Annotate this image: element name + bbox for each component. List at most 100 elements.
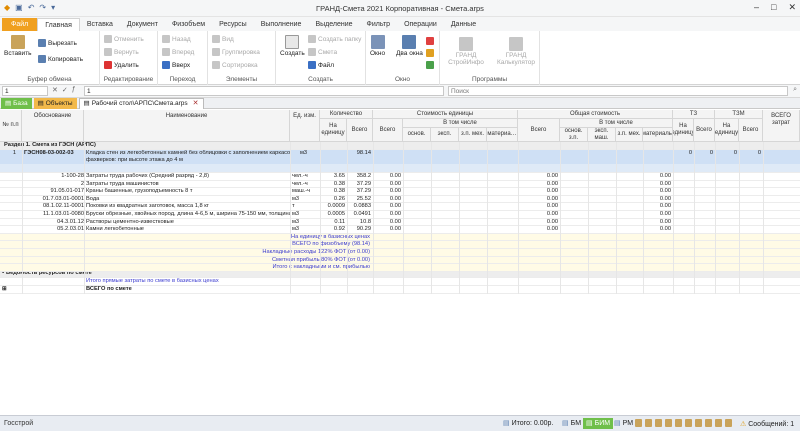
delete-button[interactable]: Удалить [104, 61, 139, 69]
header-tz[interactable]: ТЗ [673, 110, 715, 119]
status-tool-icon[interactable] [645, 419, 652, 427]
header-zp-meh[interactable]: з.п. мех. [459, 128, 487, 142]
header-unit-cost-total[interactable]: Всего [373, 119, 403, 142]
resource-row[interactable]: 1-100-28 Затраты труда рабочих (Средний р… [0, 173, 800, 181]
sort-button[interactable]: Сортировка [212, 61, 258, 69]
tab-base[interactable]: ▤ База [1, 98, 32, 109]
bm-toggle[interactable]: ▤ БМ [559, 418, 584, 429]
cancel-icon[interactable]: ✕ [52, 86, 58, 94]
resource-row[interactable]: 11.1.03.01-0080 Бруски обрезные, хвойных … [0, 211, 800, 219]
search-input[interactable]: Поиск [448, 86, 788, 96]
header-eksp[interactable]: эксп. [431, 128, 459, 142]
status-tool-icon[interactable] [705, 419, 712, 427]
status-messages[interactable]: ⚠ Сообщений: 1 [740, 420, 794, 428]
header-qty[interactable]: Количество [320, 110, 373, 119]
resource-row[interactable]: 05.2.03.01 Камни легкобетонные м3 0.92 90.29… [0, 226, 800, 234]
header-total-cost-incl[interactable]: В том числе [560, 119, 673, 128]
up-button[interactable]: Вверх [162, 61, 190, 69]
tab-document[interactable]: Документ [120, 18, 165, 31]
resource-row[interactable]: 04.3.01.12 Растворы цементно-известковые м… [0, 219, 800, 227]
header-unit-cost[interactable]: Стоимость единицы [373, 110, 518, 119]
tab-resources[interactable]: Ресурсы [212, 18, 254, 31]
rm-toggle[interactable]: ▤ РМ [611, 418, 636, 429]
tab-physvolume[interactable]: Физобъем [165, 18, 212, 31]
tab-selection[interactable]: Выделение [308, 18, 359, 31]
table-row-main-line2[interactable]: фахверков: при высоте этажа до 4 м [0, 157, 800, 164]
header-name[interactable]: Наименование [84, 110, 290, 142]
header-tz-total[interactable]: Всего [694, 119, 715, 142]
resource-row[interactable]: 08.1.02.11-0001 Поковки из квадратных заг… [0, 203, 800, 211]
two-windows-button[interactable]: Два окна [396, 35, 423, 57]
tool-button[interactable] [426, 61, 434, 69]
forward-button[interactable]: Вперед [162, 48, 194, 56]
search-icon[interactable]: ⌕ [793, 86, 797, 94]
tab-operations[interactable]: Операции [397, 18, 444, 31]
back-button[interactable]: Назад [162, 35, 191, 43]
view-button[interactable]: Вид [212, 35, 234, 43]
header-qty-per[interactable]: На единицу [320, 119, 347, 142]
status-tool-icon[interactable] [685, 419, 692, 427]
key-button[interactable] [426, 49, 434, 57]
header-total-labor[interactable]: ВСЕГО затрат [763, 110, 800, 142]
header-unit[interactable]: Ед. изм. [290, 110, 320, 142]
redo-button[interactable]: Вернуть [104, 48, 139, 56]
group-button[interactable]: Группировка [212, 48, 260, 56]
cell-reference-field[interactable]: 1 [2, 86, 48, 96]
header-tzm[interactable]: ТЗМ [715, 110, 763, 119]
close-button[interactable]: ✕ [788, 2, 796, 13]
header-tzm-per[interactable]: На единицу [715, 119, 739, 142]
file-button[interactable]: Файл [308, 61, 334, 69]
calculator-button[interactable]: ГРАНД Калькулятор [494, 37, 538, 66]
tab-insert[interactable]: Вставка [80, 18, 120, 31]
resource-row[interactable]: 91.05.01-017 Краны башенные, грузоподъемн… [0, 188, 800, 196]
minimize-button[interactable]: – [754, 2, 759, 13]
header-qty-total[interactable]: Всего [347, 119, 373, 142]
header-total-cost[interactable]: Общая стоимость [518, 110, 673, 119]
status-tool-icon[interactable] [675, 419, 682, 427]
summary-row[interactable]: Итого с накладными и см. прибылью [0, 264, 800, 272]
ved-total-direct-row[interactable]: Итого прямые затраты по смете в базисных… [0, 278, 800, 286]
formula-input[interactable]: 1 [84, 86, 444, 96]
header-basis[interactable]: Обоснование [22, 110, 84, 142]
header-unit-cost-incl[interactable]: В том числе [403, 119, 518, 128]
cut-button[interactable]: Вырезать [38, 39, 77, 47]
maximize-button[interactable]: □ [771, 2, 776, 13]
resource-row[interactable]: 01.7.03.01-0001 Вода м3 0.26 25.52 0.00 0.00 0.… [0, 196, 800, 204]
header-osnov-zp[interactable]: основ. з.п. [560, 128, 588, 142]
status-tool-icon[interactable] [725, 419, 732, 427]
stroyinfo-button[interactable]: ГРАНД СтройИнфо [446, 37, 486, 66]
tab-home[interactable]: Главная [37, 18, 80, 31]
status-tool-icon[interactable] [715, 419, 722, 427]
header-eksp-mash[interactable]: эксп. маш. [588, 128, 616, 142]
status-tool-icon[interactable] [665, 419, 672, 427]
expand-icon[interactable]: ⊞ [2, 286, 7, 293]
create-folder-button[interactable]: Создать папку [308, 35, 361, 43]
status-tool-icon[interactable] [655, 419, 662, 427]
tab-execution[interactable]: Выполнение [254, 18, 309, 31]
section-row[interactable]: Раздел 1. Смета из ГЭСН (АРПС) [0, 142, 800, 150]
table-row-spacer[interactable] [0, 164, 800, 173]
summary-row[interactable]: Накладные расходы 122% ФОТ (от 0.00) [0, 249, 800, 257]
tab-objects[interactable]: ▤ Объекты [33, 98, 77, 109]
resource-row[interactable]: 2 Затраты труда машинистов чел.-ч 0.38 37.29… [0, 181, 800, 189]
confirm-icon[interactable]: ✓ [62, 86, 68, 94]
undo-button[interactable]: Отменить [104, 35, 144, 43]
window-button[interactable]: Окно [370, 35, 385, 57]
summary-row[interactable]: Сметная прибыль 80% ФОТ (от 0.00) [0, 256, 800, 265]
header-zp-meh2[interactable]: з.п. мех. [616, 128, 643, 142]
status-tool-icon[interactable] [695, 419, 702, 427]
header-tz-per[interactable]: На единицу [673, 119, 694, 142]
header-tzm-total[interactable]: Всего [739, 119, 763, 142]
palette-button[interactable] [426, 37, 434, 45]
tab-current-document[interactable]: ▤ Рабочий стол\АРПС\Смета.arps ✕ [78, 98, 204, 109]
summary-row[interactable]: На единицу в базисных ценах [0, 233, 800, 242]
tab-data[interactable]: Данные [444, 18, 483, 31]
paste-button[interactable]: Вставить [4, 35, 32, 57]
tab-file[interactable]: Файл [2, 18, 38, 31]
close-tab-icon[interactable]: ✕ [193, 99, 199, 109]
estimate-button[interactable]: Смета [308, 48, 337, 56]
tab-filter[interactable]: Фильтр [360, 18, 398, 31]
bim-toggle[interactable]: ▤ БИМ [583, 418, 614, 429]
ved-grand-total-row[interactable]: ⊞ ВСЕГО по смете [0, 286, 800, 294]
status-tool-icon[interactable] [635, 419, 642, 427]
